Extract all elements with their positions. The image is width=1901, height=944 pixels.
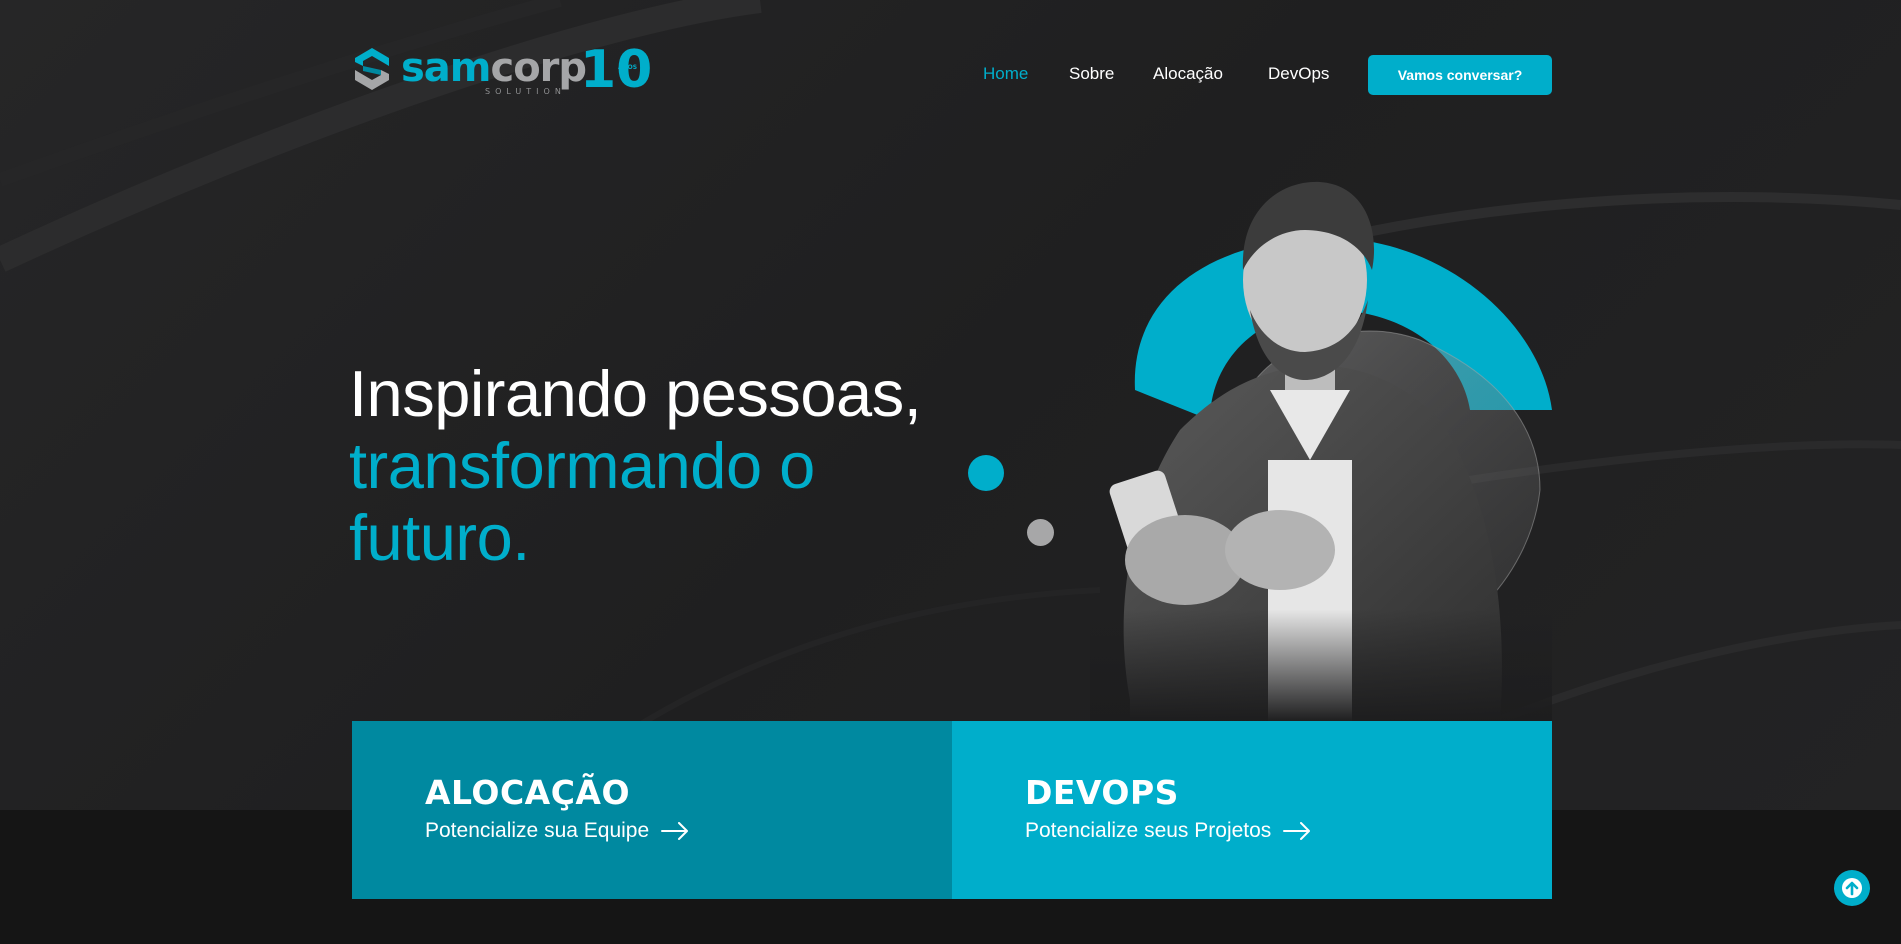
card-devops[interactable]: DEVOPS Potencialize seus Projetos	[952, 721, 1552, 899]
arrow-right-icon	[661, 822, 689, 840]
headline-line-1: Inspirando pessoas,	[349, 357, 922, 430]
card-devops-subtitle[interactable]: Potencialize seus Projetos	[1025, 819, 1311, 843]
arrow-right-icon	[1283, 822, 1311, 840]
decorative-teal-dot	[968, 455, 1004, 491]
nav-alocacao[interactable]: Alocação	[1153, 62, 1223, 86]
headline-line-3: futuro.	[349, 501, 530, 574]
main-nav: Home Sobre Alocação DevOps	[0, 62, 1901, 88]
hero-person-image	[1090, 160, 1552, 722]
card-alocacao[interactable]: ALOCAÇÃO Potencialize sua Equipe	[352, 721, 952, 899]
card-alocacao-subtitle[interactable]: Potencialize sua Equipe	[425, 819, 689, 843]
hero-headline: Inspirando pessoas, transformando o futu…	[349, 357, 922, 574]
headline-line-2: transformando o	[349, 429, 815, 502]
decorative-grey-dot	[1027, 519, 1054, 546]
nav-home[interactable]: Home	[983, 62, 1028, 86]
brand-subtitle: SOLUTION	[485, 87, 566, 96]
contact-cta-button[interactable]: Vamos conversar?	[1368, 55, 1552, 95]
card-devops-title: DEVOPS	[1025, 773, 1179, 812]
card-alocacao-title: ALOCAÇÃO	[425, 773, 631, 812]
nav-devops[interactable]: DevOps	[1268, 62, 1329, 86]
nav-sobre[interactable]: Sobre	[1069, 62, 1114, 86]
arrow-up-icon	[1842, 878, 1862, 898]
hero-background	[0, 0, 1901, 810]
card-devops-subtitle-text: Potencialize seus Projetos	[1025, 819, 1272, 842]
card-alocacao-subtitle-text: Potencialize sua Equipe	[425, 819, 650, 842]
scroll-to-top-button[interactable]	[1834, 870, 1870, 906]
background-swooshes	[0, 0, 1901, 810]
